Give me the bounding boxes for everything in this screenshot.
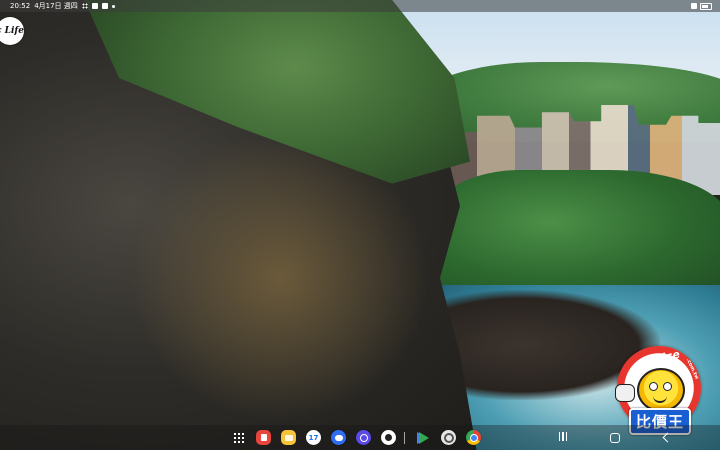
calendar-icon[interactable]: 17 [306,430,321,445]
recent-apps-icon[interactable] [558,432,568,442]
mascot-icon [637,368,685,412]
mascot-eye-icon [649,382,658,391]
play-store-icon[interactable] [416,430,431,445]
mascot-eye-icon [663,382,672,391]
status-bar: 20:52 4月17日 週四 [0,0,720,12]
settings-icon[interactable] [441,430,456,445]
green-vegetation [430,170,720,300]
thumbs-up-icon [615,384,635,402]
wifi-icon [691,3,697,9]
status-date: 4月17日 週四 [34,2,78,10]
dot-icon [111,4,115,8]
lock-icon [101,3,108,9]
home-icon[interactable] [610,433,620,443]
mascot-mouth-icon [653,395,667,403]
chrome-icon[interactable] [466,430,481,445]
app-drawer-icon[interactable] [233,432,245,444]
grid-icon [81,3,88,9]
notes-icon[interactable] [256,430,271,445]
messages-icon[interactable] [331,430,346,445]
camera-icon[interactable] [381,430,396,445]
battery-icon [700,2,712,10]
status-time: 20:52 [10,2,31,10]
sim-icon [91,3,98,9]
bixby-icon[interactable] [356,430,371,445]
taskbar-divider [404,432,405,444]
folder-icon[interactable] [281,430,296,445]
